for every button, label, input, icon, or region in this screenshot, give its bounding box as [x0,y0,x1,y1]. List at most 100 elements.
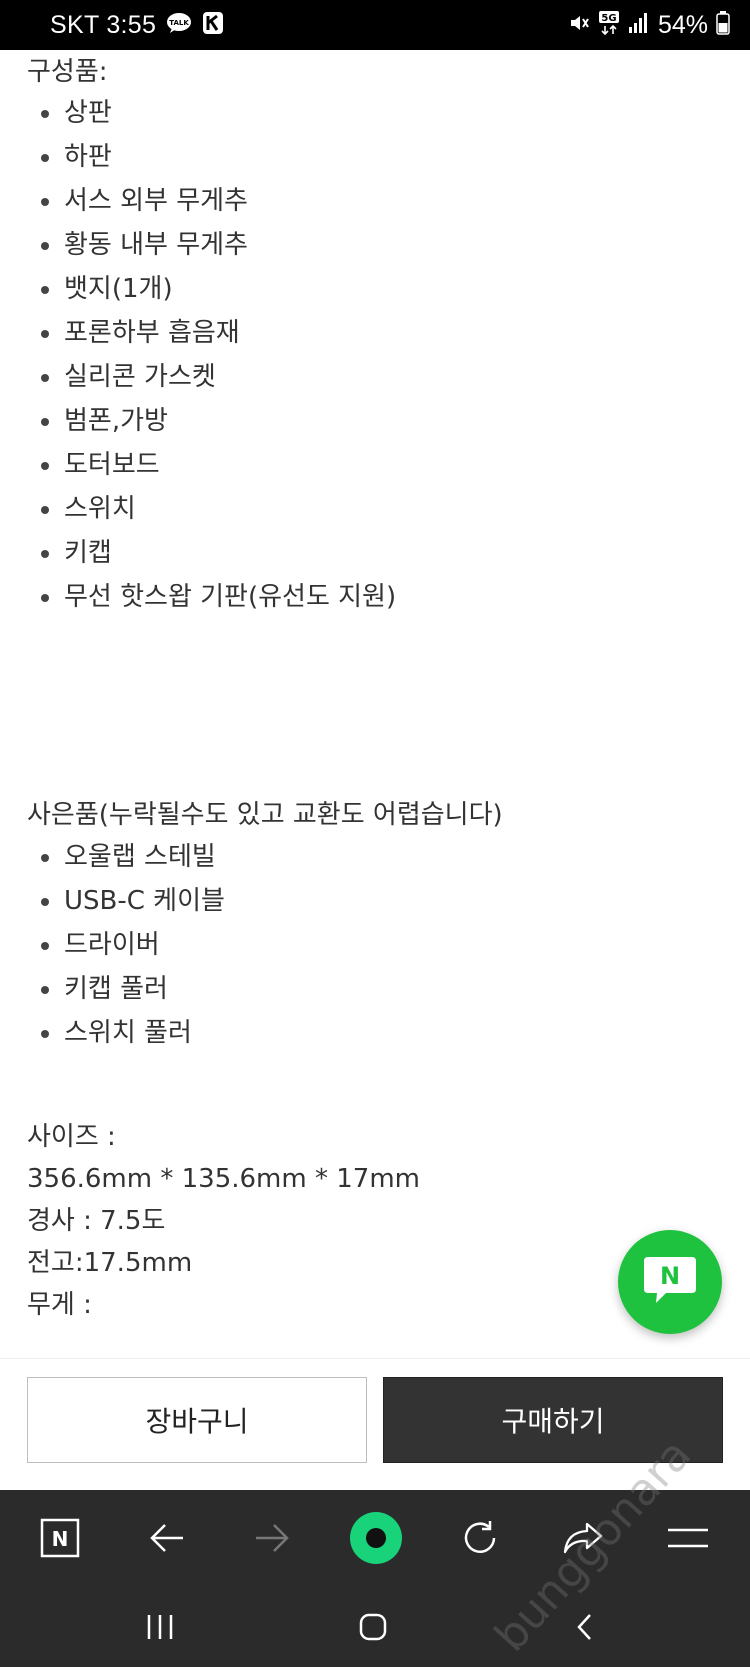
components-heading: 구성품: [27,57,108,87]
component-item-text: 무선 핫스왑 기판(유선도 지원) [64,582,397,612]
carrier-time: SKT 3:55 [50,10,157,39]
bullet-dot [41,198,49,206]
weight-label: 무게 : [27,1290,92,1320]
bullet-dot [41,986,49,994]
naver-home-icon: N [40,1518,80,1562]
bullet-dot [41,286,49,294]
component-item: 서스 외부 무게추 [0,186,700,230]
bullet-dot [41,154,49,162]
mute-icon [568,12,590,38]
bullet-dot [41,550,49,558]
component-item: 상판 [0,98,700,142]
bullet-dot [41,942,49,950]
component-item: 하판 [0,142,700,186]
component-item: 스위치 [0,494,700,538]
green-dot-icon [348,1510,404,1570]
component-item-text: 포론하부 흡음재 [64,318,240,348]
recent-apps-icon [145,1613,175,1645]
back-nav-icon [574,1612,596,1646]
naver-talk-icon: N [642,1253,698,1311]
forward-icon [254,1522,290,1558]
back-nav-button[interactable] [540,1590,630,1667]
bullet-dot [41,462,49,470]
bullet-dot [41,242,49,250]
share-button[interactable] [543,1490,623,1590]
network-5g-text: 5G [601,13,616,24]
naver-talk-letter: N [660,1262,680,1290]
component-item-text: 도터보드 [64,450,160,480]
network-5g-icon: 5G [598,10,620,40]
bullet-dot [41,330,49,338]
bullet-dot [41,374,49,382]
product-description: 구성품: 상판하판서스 외부 무게추황동 내부 무게추뱃지(1개) 포론하부 흡음… [0,50,750,1358]
component-item-text: 키캡 [64,538,112,568]
recent-apps-button[interactable] [115,1590,205,1667]
component-item: 무선 핫스왑 기판(유선도 지원) [0,582,700,626]
component-item: 실리콘 가스켓 [0,362,700,406]
size-label: 사이즈 : [27,1122,116,1152]
menu-icon [668,1526,708,1554]
component-item: 도터보드 [0,450,700,494]
home-icon [358,1612,388,1646]
gift-item-text: 오울랩 스테빌 [64,842,216,872]
component-item-text: 서스 외부 무게추 [64,186,248,216]
gifts-list: 오울랩 스테빌 USB-C 케이블드라이버키캡 풀러스위치 풀러 [0,842,700,1062]
kakaotalk-icon: TALK [166,12,192,38]
gift-item: 키캡 풀러 [0,974,700,1018]
system-nav-bar [0,1590,750,1667]
bullet-dot [41,506,49,514]
buy-now-button[interactable]: 구매하기 [383,1377,723,1463]
talk-badge-text: TALK [169,19,189,27]
gift-item-text: USB-C 케이블 [64,886,225,916]
back-button[interactable] [127,1490,207,1590]
bullet-dot [41,110,49,118]
size-value: 356.6mm * 135.6mm * 17mm [27,1164,420,1194]
back-icon [149,1522,185,1558]
naver-home-letter: N [52,1527,69,1551]
component-item-text: 하판 [64,142,112,172]
bullet-dot [41,594,49,602]
menu-button[interactable] [648,1490,728,1590]
gift-item-text: 드라이버 [64,930,160,960]
component-item-text: 황동 내부 무게추 [64,230,248,260]
component-item: 황동 내부 무게추 [0,230,700,274]
gift-item-text: 스위치 풀러 [64,1018,192,1048]
component-item: 키캡 [0,538,700,582]
bullet-dot [41,1030,49,1038]
naver-talk-button[interactable]: N [618,1230,722,1334]
home-nav-button[interactable] [328,1590,418,1667]
component-item-text: 실리콘 가스켓 [64,362,216,392]
gift-item: 스위치 풀러 [0,1018,700,1062]
angle-text: 경사 : 7.5도 [27,1206,166,1236]
add-to-cart-button[interactable]: 장바구니 [27,1377,367,1463]
component-item-text: 상판 [64,98,112,128]
bullet-dot [41,898,49,906]
component-item: 포론하부 흡음재 [0,318,700,362]
refresh-button[interactable] [440,1490,520,1590]
components-list: 상판하판서스 외부 무게추황동 내부 무게추뱃지(1개) 포론하부 흡음재실리콘 … [0,98,700,626]
refresh-icon [460,1518,500,1562]
k-app-icon [202,11,224,39]
bullet-dot [41,418,49,426]
component-item-text: 범폰,가방 [64,406,168,436]
component-item-text: 뱃지(1개) [64,274,173,304]
browser-toolbar: N [0,1490,750,1590]
component-item: 뱃지(1개) [0,274,700,318]
battery-icon [716,11,730,39]
gift-item: USB-C 케이블 [0,886,700,930]
signal-icon [628,12,650,38]
naver-home-button[interactable]: N [20,1490,100,1590]
gift-item-text: 키캡 풀러 [64,974,168,1004]
forward-button[interactable] [232,1490,312,1590]
green-dot-button[interactable] [336,1490,416,1590]
battery-percent: 54% [657,10,708,39]
status-bar: SKT 3:55 TALK 5G 54% [0,0,750,50]
component-item-text: 스위치 [64,494,136,524]
purchase-bar: 장바구니 구매하기 [0,1358,750,1491]
bullet-dot [41,854,49,862]
gifts-heading: 사은품(누락될수도 있고 교환도 어렵습니다) [27,800,503,830]
component-item: 범폰,가방 [0,406,700,450]
gift-item: 오울랩 스테빌 [0,842,700,886]
front-height-text: 전고:17.5mm [27,1248,193,1278]
share-icon [561,1520,605,1560]
